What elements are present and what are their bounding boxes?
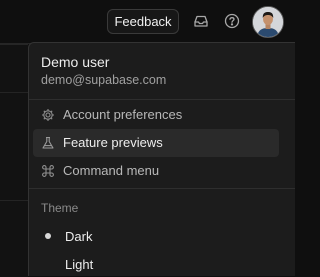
menu-item-feature-previews[interactable]: Feature previews [33, 129, 279, 157]
user-email: demo@supabase.com [41, 73, 167, 87]
menu-item-command-menu[interactable]: Command menu [33, 157, 279, 185]
background-panel [0, 44, 28, 277]
menu-item-label: Command menu [63, 163, 160, 178]
command-icon [41, 164, 55, 178]
theme-option-label: Dark [65, 229, 93, 244]
gear-icon [41, 108, 55, 122]
user-name: Demo user [41, 54, 110, 70]
selected-indicator [45, 233, 51, 239]
menu-item-label: Feature previews [63, 135, 163, 150]
user-dropdown-menu: Demo user demo@supabase.com Account pref… [28, 42, 295, 276]
flask-icon [41, 136, 55, 150]
theme-option-label: Light [65, 257, 94, 272]
theme-section-label: Theme [41, 201, 79, 215]
menu-item-label: Account preferences [63, 107, 183, 122]
menu-divider [29, 99, 295, 100]
menu-divider [29, 188, 295, 189]
background-divider [0, 92, 28, 93]
theme-option-dark[interactable]: Dark [33, 223, 279, 249]
inbox-icon[interactable] [192, 12, 210, 30]
help-icon[interactable] [223, 12, 241, 30]
avatar[interactable] [252, 6, 284, 38]
menu-item-account-preferences[interactable]: Account preferences [33, 101, 279, 129]
theme-option-light[interactable]: Light [33, 251, 279, 276]
background-divider [0, 200, 28, 201]
feedback-button[interactable]: Feedback [107, 9, 179, 34]
